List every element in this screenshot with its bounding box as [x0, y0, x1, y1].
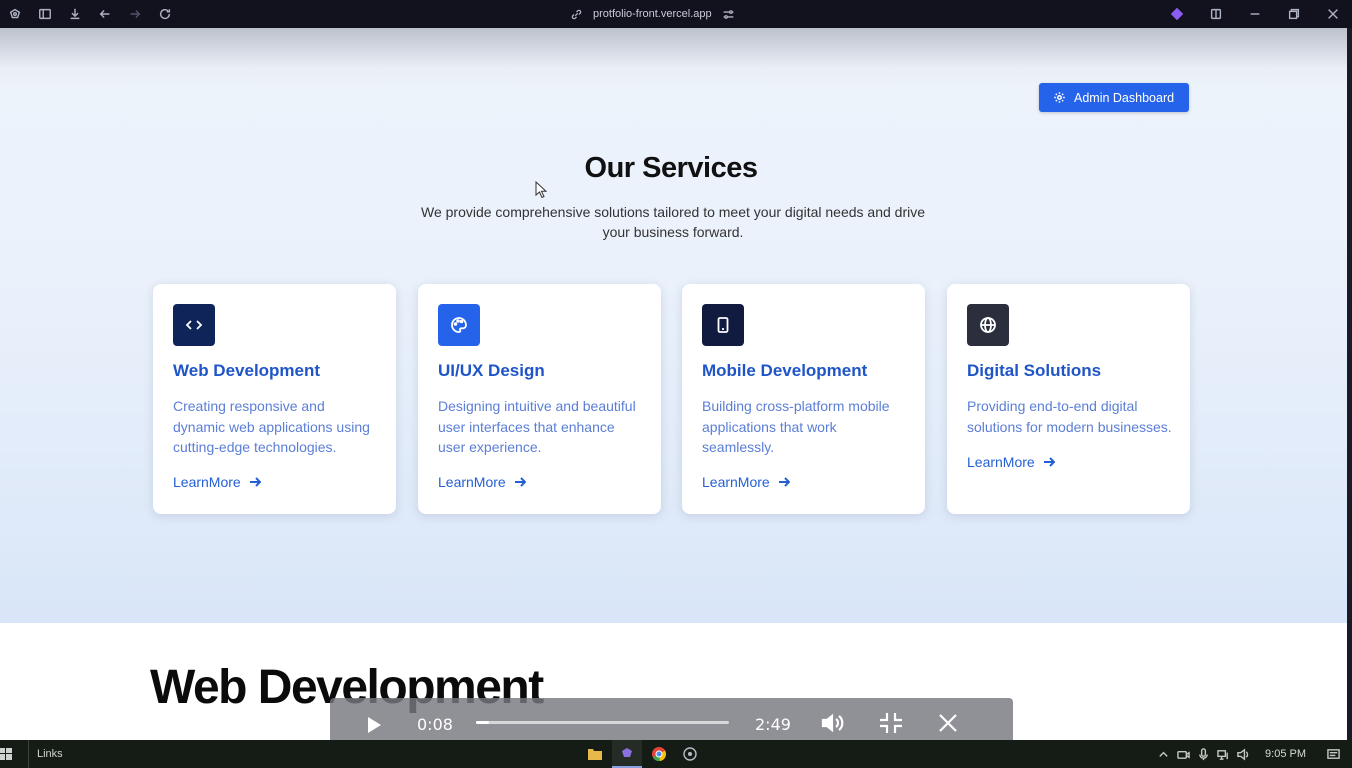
split-view-icon[interactable]	[1196, 0, 1235, 28]
code-icon	[173, 304, 215, 346]
app-icon[interactable]	[675, 740, 705, 768]
admin-dashboard-label: Admin Dashboard	[1074, 90, 1175, 105]
play-icon[interactable]	[366, 716, 382, 734]
learn-more-label: LearnMore	[438, 474, 506, 490]
mouse-cursor-icon	[535, 181, 547, 199]
volume-icon[interactable]	[820, 711, 850, 735]
seek-progress	[476, 721, 489, 724]
link-icon	[571, 9, 582, 19]
page-scrollbar[interactable]	[1347, 28, 1352, 740]
site-settings-icon[interactable]	[722, 8, 735, 21]
section-title: Our Services	[584, 152, 758, 184]
service-card-mobile-development: Mobile Development Building cross-platfo…	[682, 284, 925, 514]
learn-more-label: LearnMore	[702, 474, 770, 490]
file-explorer-icon[interactable]	[580, 740, 610, 768]
arrow-right-icon	[1043, 457, 1055, 467]
tablet-icon	[702, 304, 744, 346]
learn-more-link[interactable]: LearnMore	[702, 474, 790, 490]
admin-dashboard-button[interactable]: Admin Dashboard	[1039, 83, 1189, 112]
back-arrow-icon[interactable]	[90, 0, 120, 28]
card-title: Digital Solutions	[967, 361, 1102, 380]
address-bar[interactable]: protfolio-front.vercel.app	[570, 0, 735, 28]
arrow-right-icon	[778, 477, 790, 487]
card-description: Creating responsive and dynamic web appl…	[173, 398, 370, 455]
forward-arrow-icon[interactable]	[120, 0, 150, 28]
service-card-digital-solutions: Digital Solutions Providing end-to-end d…	[947, 284, 1190, 514]
arrow-right-icon	[249, 477, 261, 487]
microphone-icon[interactable]	[1197, 747, 1210, 761]
card-title: UI/UX Design	[438, 361, 545, 380]
browser-menu-icon[interactable]	[0, 0, 30, 28]
sidebar-toggle-icon[interactable]	[30, 0, 60, 28]
current-time: 0:08	[417, 715, 453, 734]
card-description: Providing end-to-end digital solutions f…	[967, 398, 1172, 435]
notifications-icon[interactable]	[1327, 748, 1340, 761]
gear-icon	[1054, 92, 1065, 103]
globe-icon	[967, 304, 1009, 346]
services-section: Admin Dashboard Our Services We provide …	[0, 28, 1347, 623]
minimize-icon[interactable]	[1235, 0, 1274, 28]
links-label: Links	[37, 748, 63, 760]
card-description: Building cross-platform mobile applicati…	[702, 398, 890, 455]
restore-icon[interactable]	[1274, 0, 1313, 28]
links-toolbar[interactable]: Links	[28, 740, 63, 768]
arrow-right-icon	[514, 477, 526, 487]
card-title: Web Development	[173, 361, 321, 380]
duration: 2:49	[755, 715, 791, 734]
reload-icon[interactable]	[150, 0, 180, 28]
service-card-web-development: Web Development Creating responsive and …	[153, 284, 396, 514]
chevron-up-icon[interactable]	[1157, 748, 1170, 761]
windows-start-icon[interactable]	[0, 747, 12, 761]
network-icon[interactable]	[1217, 748, 1230, 761]
chrome-icon[interactable]	[644, 740, 674, 768]
card-description: Designing intuitive and beautiful user i…	[438, 398, 636, 455]
taskbar-clock[interactable]: 9:05 PM	[1265, 748, 1306, 760]
seek-bar[interactable]	[476, 721, 729, 724]
learn-more-link[interactable]: LearnMore	[173, 474, 261, 490]
learn-more-link[interactable]: LearnMore	[438, 474, 526, 490]
browser-app-icon[interactable]	[612, 740, 642, 768]
palette-icon	[438, 304, 480, 346]
learn-more-label: LearnMore	[967, 454, 1035, 470]
download-icon[interactable]	[60, 0, 90, 28]
card-title: Mobile Development	[702, 361, 868, 380]
camera-icon[interactable]	[1177, 748, 1190, 761]
learn-more-link[interactable]: LearnMore	[967, 454, 1055, 470]
extension-icon[interactable]	[1157, 0, 1196, 28]
os-taskbar: Links 9:05 PM	[0, 740, 1352, 768]
learn-more-label: LearnMore	[173, 474, 241, 490]
url-text: protfolio-front.vercel.app	[593, 8, 712, 20]
exit-fullscreen-icon[interactable]	[878, 711, 904, 735]
system-tray: 9:05 PM	[1157, 740, 1352, 768]
page-viewport: Admin Dashboard Our Services We provide …	[0, 28, 1347, 740]
close-window-icon[interactable]	[1313, 0, 1352, 28]
speaker-icon[interactable]	[1237, 747, 1250, 761]
browser-toolbar: protfolio-front.vercel.app	[0, 0, 1352, 28]
close-icon[interactable]	[937, 711, 959, 735]
section-subtitle: We provide comprehensive solutions tailo…	[420, 204, 926, 240]
service-card-ui-ux-design: UI/UX Design Designing intuitive and bea…	[418, 284, 661, 514]
